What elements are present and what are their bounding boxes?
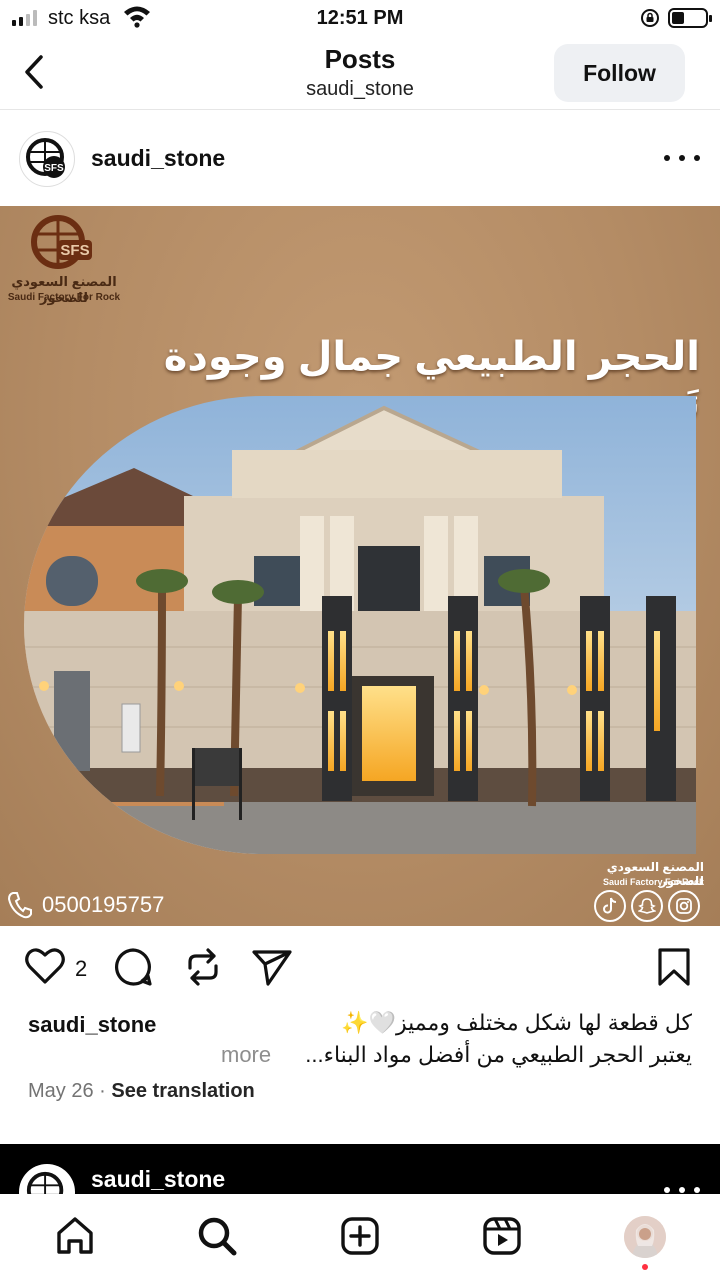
caption-text-1: كل قطعة لها شكل مختلف ومميز🤍✨ — [341, 1010, 692, 1035]
caption-text-2: يعتبر الحجر الطبيعي من أفضل مواد البناء.… — [305, 1042, 692, 1067]
tab-search[interactable] — [195, 1214, 239, 1258]
heart-icon — [25, 948, 65, 984]
more-options-icon[interactable] — [664, 146, 700, 170]
tab-profile[interactable] — [624, 1216, 666, 1258]
villa-photo — [24, 396, 696, 854]
post-meta: May 26 · See translation — [28, 1080, 255, 1103]
rotation-lock-icon — [640, 8, 660, 33]
caption-line-1: saudi_stone كل قطعة لها شكل مختلف ومميز🤍… — [28, 1010, 692, 1040]
svg-text:SFS: SFS — [60, 242, 89, 259]
phone-row: 0500195757 — [6, 890, 164, 920]
phone-number: 0500195757 — [42, 892, 165, 917]
battery-icon — [668, 8, 712, 28]
caption-username[interactable]: saudi_stone — [28, 1012, 156, 1038]
home-icon — [57, 1217, 93, 1254]
post-actions: 2 — [0, 934, 720, 998]
avatar[interactable] — [19, 1164, 75, 1194]
profile-avatar — [624, 1216, 666, 1258]
next-post-username[interactable]: saudi_stone — [91, 1166, 225, 1193]
instagram-icon — [668, 890, 700, 922]
bottom-tab-bar — [0, 1194, 720, 1280]
bookmark-icon — [658, 948, 690, 986]
brand-logo: SFS — [28, 214, 94, 277]
tab-reels[interactable] — [480, 1214, 524, 1258]
reels-icon — [483, 1217, 521, 1255]
post-date: May 26 — [28, 1080, 94, 1102]
like-count[interactable]: 2 — [75, 956, 87, 982]
posts-header: Posts saudi_stone Follow — [0, 38, 720, 110]
tab-home[interactable] — [53, 1214, 97, 1258]
repost-icon — [188, 948, 218, 986]
svg-text:SFS: SFS — [44, 163, 64, 174]
caption-line-2: more يعتبر الحجر الطبيعي من أفضل مواد ال… — [28, 1040, 692, 1070]
sfs-logo-icon: SFS — [26, 138, 65, 178]
tab-create[interactable] — [338, 1214, 382, 1258]
meta-separator: · — [99, 1080, 106, 1102]
phone-icon — [7, 892, 32, 919]
status-bar: stc ksa 12:51 PM — [0, 0, 720, 38]
follow-button[interactable]: Follow — [554, 44, 685, 102]
clock: 12:51 PM — [316, 7, 404, 29]
footer-brand-english: Saudi Factory For Rock — [602, 877, 704, 887]
send-icon — [252, 950, 292, 986]
comment-button[interactable] — [112, 946, 154, 993]
post-image[interactable]: SFS المصنع السعودي للصخور Saudi Factory … — [0, 206, 720, 926]
save-button[interactable] — [656, 946, 692, 993]
create-icon — [341, 1217, 379, 1255]
post-header: SFS saudi_stone — [0, 118, 720, 202]
see-translation-link[interactable]: See translation — [111, 1080, 254, 1102]
social-icons — [594, 890, 700, 922]
like-button[interactable] — [24, 946, 66, 991]
next-post-header: saudi_stone — [0, 1144, 720, 1194]
avatar[interactable]: SFS — [19, 131, 75, 187]
post-username[interactable]: saudi_stone — [91, 145, 225, 172]
more-options-icon[interactable] — [664, 1187, 700, 1193]
notification-dot — [642, 1264, 648, 1270]
sfs-logo-icon — [26, 1171, 64, 1194]
share-button[interactable] — [250, 946, 294, 993]
repost-button[interactable] — [182, 946, 224, 993]
more-link[interactable]: more — [221, 1042, 271, 1068]
tiktok-icon — [594, 890, 626, 922]
snapchat-icon — [631, 890, 663, 922]
search-icon — [198, 1217, 237, 1256]
brand-name-english: Saudi Factory For Rock — [7, 292, 121, 303]
comment-icon — [114, 948, 152, 986]
